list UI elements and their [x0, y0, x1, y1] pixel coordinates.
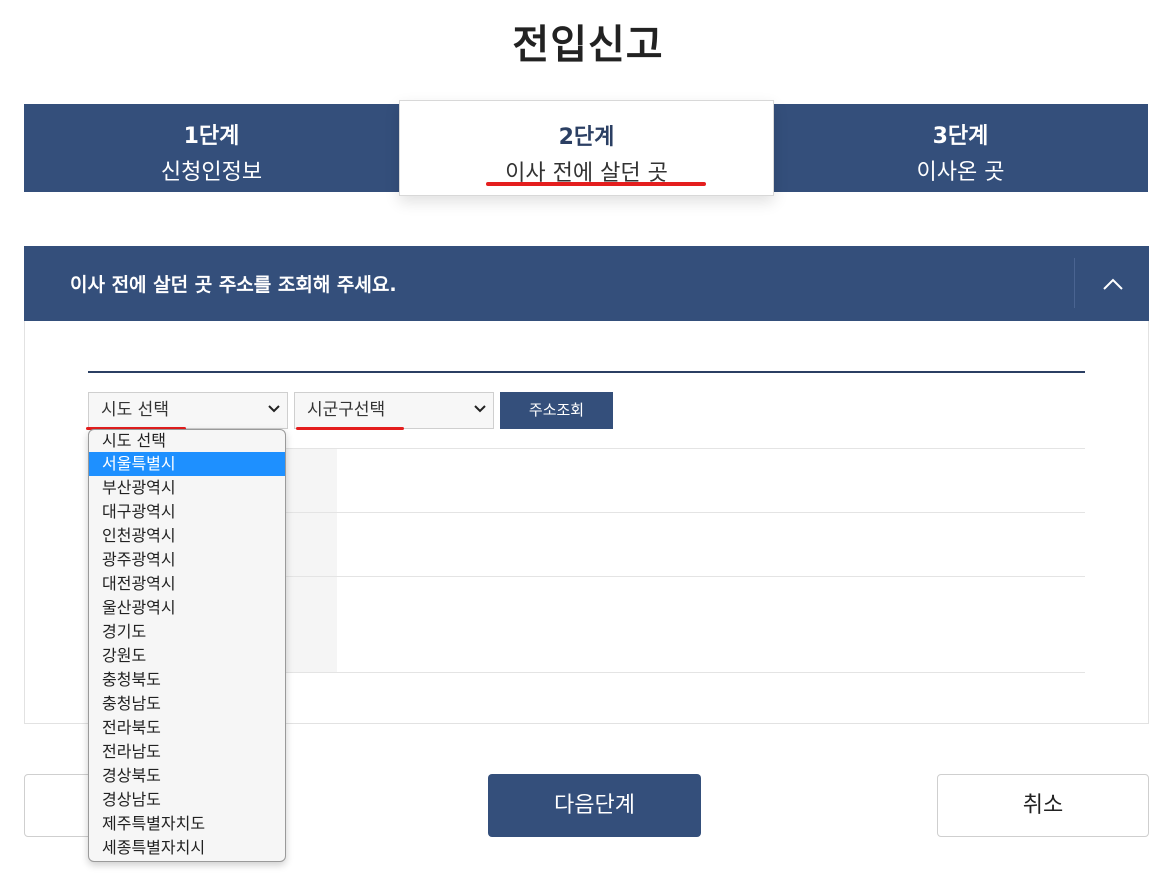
divider: [1074, 258, 1075, 308]
sido-select-value: 시도 선택: [101, 400, 169, 420]
highlight-underline: [486, 182, 706, 186]
section-title: 이사 전에 살던 곳 주소를 조회해 주세요.: [70, 274, 397, 296]
step-number: 2단계: [558, 125, 615, 150]
dropdown-option[interactable]: 광주광역시: [89, 548, 285, 572]
highlight-underline: [296, 427, 404, 430]
sido-select[interactable]: 시도 선택: [88, 392, 288, 429]
dropdown-option[interactable]: 충청북도: [89, 668, 285, 692]
cancel-button[interactable]: 취소: [937, 774, 1149, 837]
dropdown-option[interactable]: 충청남도: [89, 692, 285, 716]
dropdown-option[interactable]: 경기도: [89, 620, 285, 644]
dropdown-option[interactable]: 경상북도: [89, 764, 285, 788]
page-title: 전입신고: [512, 22, 664, 68]
step-1[interactable]: 1단계 신청인정보: [24, 104, 399, 192]
dropdown-option[interactable]: 서울특별시: [89, 452, 285, 476]
dropdown-option[interactable]: 세종특별자치시: [89, 836, 285, 860]
dropdown-option[interactable]: 대구광역시: [89, 500, 285, 524]
dropdown-option[interactable]: 강원도: [89, 644, 285, 668]
next-step-button[interactable]: 다음단계: [488, 774, 701, 837]
chevron-down-icon: [473, 393, 487, 428]
section-header: 이사 전에 살던 곳 주소를 조회해 주세요.: [24, 246, 1149, 321]
sigungu-select[interactable]: 시군구선택: [294, 392, 494, 429]
chevron-up-icon[interactable]: [1088, 258, 1138, 308]
dropdown-option[interactable]: 대전광역시: [89, 572, 285, 596]
section-rule: [88, 371, 1085, 373]
step-3[interactable]: 3단계 이사온 곳: [773, 104, 1148, 192]
step-name: 이사온 곳: [916, 160, 1005, 185]
chevron-down-icon: [267, 393, 281, 428]
dropdown-option[interactable]: 전라남도: [89, 740, 285, 764]
step-number: 3단계: [932, 124, 989, 149]
address-search-button[interactable]: 주소조회: [500, 392, 613, 429]
dropdown-option[interactable]: 부산광역시: [89, 476, 285, 500]
dropdown-option[interactable]: 경상남도: [89, 788, 285, 812]
dropdown-option[interactable]: 인천광역시: [89, 524, 285, 548]
sigungu-select-value: 시군구선택: [307, 400, 386, 420]
step-number: 1단계: [183, 124, 240, 149]
sido-dropdown-list[interactable]: 시도 선택 서울특별시 부산광역시 대구광역시 인천광역시 광주광역시 대전광역시 울산광역시…: [88, 429, 286, 862]
dropdown-option[interactable]: 제주특별자치도: [89, 812, 285, 836]
dropdown-option[interactable]: 울산광역시: [89, 596, 285, 620]
dropdown-option[interactable]: 시도 선택: [89, 430, 285, 452]
dropdown-option[interactable]: 전라북도: [89, 716, 285, 740]
step-name: 신청인정보: [160, 160, 263, 185]
